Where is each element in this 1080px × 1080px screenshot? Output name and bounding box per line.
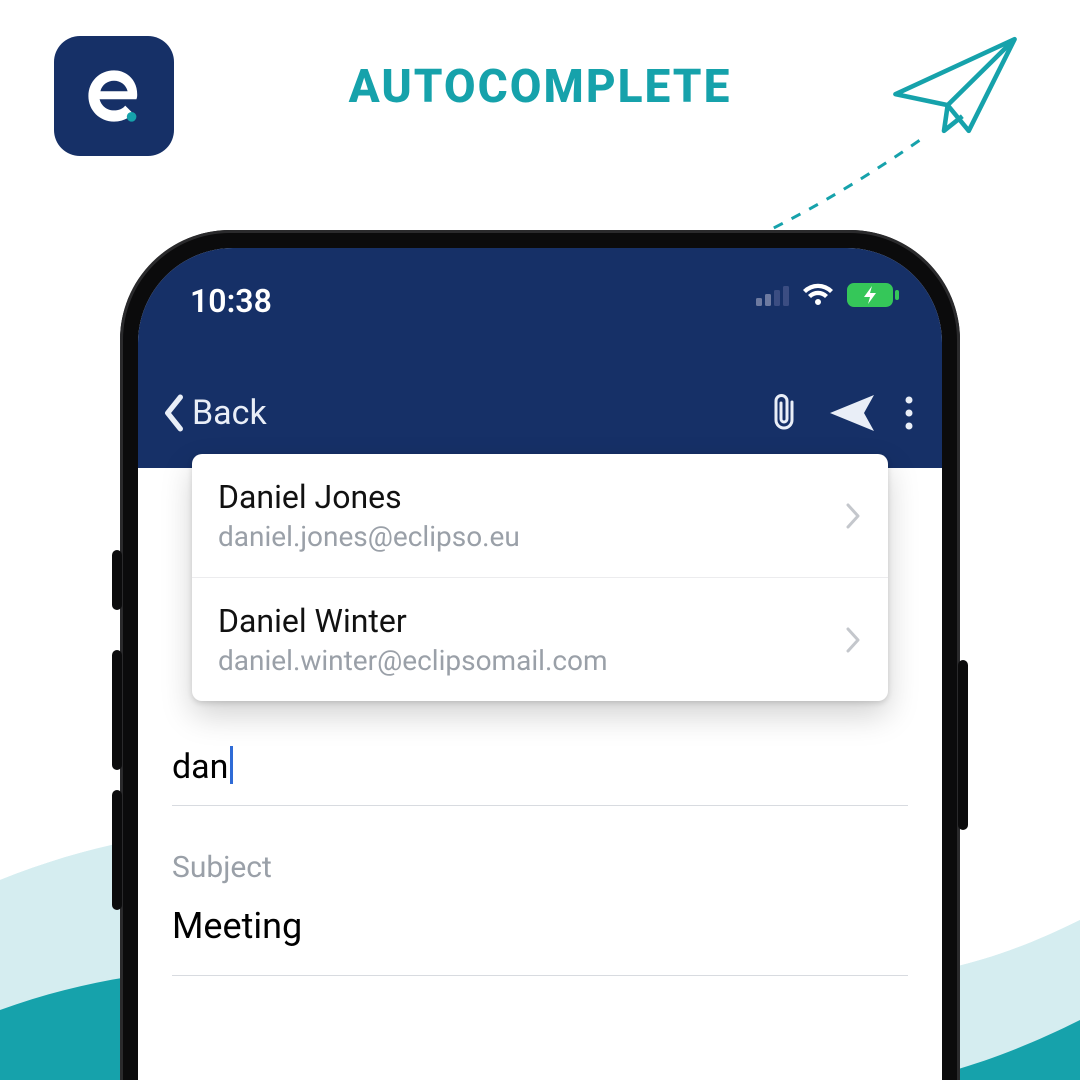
chevron-right-icon	[844, 502, 862, 530]
paperclip-icon	[770, 392, 800, 434]
attach-button[interactable]	[770, 392, 800, 434]
subject-field-row: Subject Meeting	[172, 806, 908, 976]
autocomplete-dropdown: Daniel Jones daniel.jones@eclipso.eu Dan…	[192, 454, 888, 701]
compose-area: Daniel Jones daniel.jones@eclipso.eu Dan…	[138, 468, 942, 976]
phone-frame: 10:38	[120, 230, 960, 1080]
paper-plane-icon	[890, 30, 1020, 140]
status-time: 10:38	[190, 282, 272, 320]
battery-charging-icon	[846, 282, 900, 308]
nav-bar: Back	[138, 358, 942, 468]
suggestion-name: Daniel Winter	[218, 602, 608, 640]
back-label: Back	[192, 393, 267, 433]
text-cursor	[230, 746, 233, 784]
phone-side-button	[112, 790, 122, 910]
chevron-left-icon	[160, 394, 188, 432]
phone-power-button	[958, 660, 968, 830]
to-input[interactable]: dan	[172, 718, 908, 805]
suggestion-email: daniel.jones@eclipso.eu	[218, 520, 520, 553]
to-input-value: dan	[172, 747, 228, 787]
autocomplete-item[interactable]: Daniel Jones daniel.jones@eclipso.eu	[192, 454, 888, 577]
suggestion-email: daniel.winter@eclipsomail.com	[218, 644, 608, 677]
cellular-icon	[756, 284, 790, 306]
wifi-icon	[802, 283, 834, 307]
send-icon	[828, 393, 876, 433]
more-button[interactable]	[904, 395, 914, 431]
back-button[interactable]: Back	[160, 393, 770, 433]
subject-label: Subject	[172, 806, 908, 885]
send-button[interactable]	[828, 393, 876, 433]
status-bar: 10:38	[138, 248, 942, 358]
status-indicators	[756, 282, 900, 308]
chevron-right-icon	[844, 626, 862, 654]
more-vertical-icon	[904, 395, 914, 431]
autocomplete-item[interactable]: Daniel Winter daniel.winter@eclipsomail.…	[192, 577, 888, 701]
suggestion-name: Daniel Jones	[218, 478, 520, 516]
phone-screen: 10:38	[138, 248, 942, 1080]
subject-input[interactable]: Meeting	[172, 885, 908, 975]
